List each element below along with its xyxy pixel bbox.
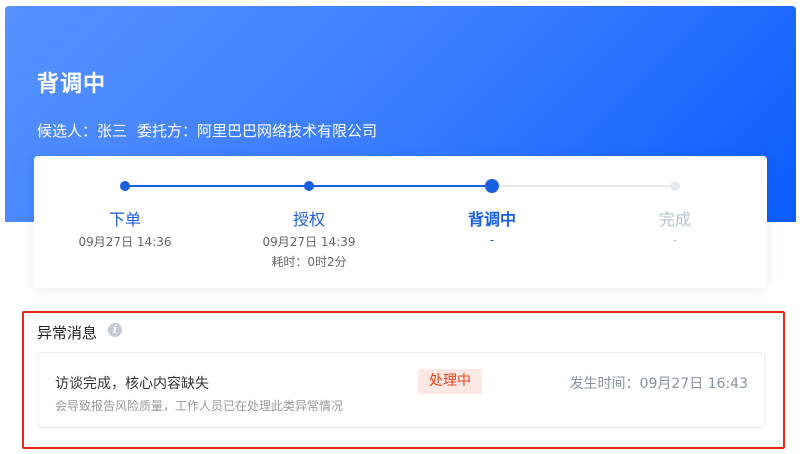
step-label-complete: 完成 bbox=[658, 210, 691, 229]
client-name: 委托方：阿里巴巴网络技术有限公司 bbox=[137, 122, 378, 140]
background-check-page: 背调中 候选人：张三 委托方：阿里巴巴网络技术有限公司 下单 09月27日 14:… bbox=[0, 0, 805, 454]
order-meta: 候选人：张三 委托方：阿里巴巴网络技术有限公司 bbox=[37, 120, 387, 141]
status-badge: 处理中 bbox=[418, 369, 482, 394]
step-label-checking: 背调中 bbox=[467, 210, 516, 229]
exception-messages-section: 异常消息 i 访谈完成，核心内容缺失 会导致报告风险质量，工作人员已在处理此类异… bbox=[22, 311, 785, 449]
step-time-authorize: 09月27日 14:39 bbox=[262, 235, 356, 249]
step-dot-checking bbox=[485, 179, 499, 193]
step-duration-authorize: 耗时：0时2分 bbox=[271, 255, 347, 269]
section-title: 异常消息 bbox=[37, 324, 98, 342]
exception-detail: 会导致报告风险质量，工作人员已在处理此类异常情况 bbox=[55, 399, 344, 413]
step-time-checking: - bbox=[489, 233, 495, 247]
info-icon[interactable]: i bbox=[108, 323, 122, 337]
progress-card: 下单 09月27日 14:36 授权 09月27日 14:39 耗时：0时2分 … bbox=[34, 156, 767, 288]
occurrence-time: 发生时间：09月27日 16:43 bbox=[569, 376, 748, 392]
step-dot-authorize bbox=[304, 181, 314, 191]
exception-item[interactable]: 访谈完成，核心内容缺失 会导致报告风险质量，工作人员已在处理此类异常情况 处理中… bbox=[38, 352, 765, 428]
progress-line-todo bbox=[491, 185, 675, 187]
step-time-complete: - bbox=[672, 233, 678, 247]
step-label-authorize: 授权 bbox=[292, 210, 325, 229]
page-title: 背调中 bbox=[37, 72, 107, 97]
step-dot-order bbox=[120, 181, 130, 191]
step-dot-complete bbox=[670, 181, 680, 191]
step-time-order: 09月27日 14:36 bbox=[78, 235, 172, 249]
exception-message: 访谈完成，核心内容缺失 bbox=[55, 376, 209, 392]
candidate-name: 候选人：张三 bbox=[37, 122, 128, 140]
step-label-order: 下单 bbox=[108, 210, 141, 229]
